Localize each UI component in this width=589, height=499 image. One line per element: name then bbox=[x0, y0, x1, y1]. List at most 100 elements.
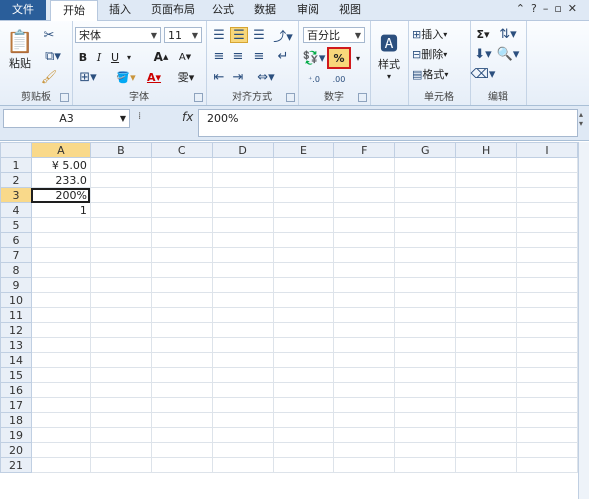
cell-b21[interactable] bbox=[89, 457, 152, 473]
clipboard-launcher-icon[interactable] bbox=[60, 93, 69, 102]
grow-font-button[interactable]: A ▲ bbox=[150, 49, 172, 65]
fill-color-icon[interactable]: 🪣▾ bbox=[114, 69, 138, 85]
cell-b12[interactable] bbox=[89, 322, 152, 338]
cell-g4[interactable] bbox=[394, 202, 457, 218]
font-launcher-icon[interactable] bbox=[194, 93, 203, 102]
cell-b11[interactable] bbox=[89, 307, 152, 323]
cell-c14[interactable] bbox=[150, 352, 213, 368]
row-header[interactable]: 6 bbox=[0, 232, 32, 248]
decrease-decimal-icon[interactable]: .00 bbox=[328, 71, 350, 87]
cell-e5[interactable] bbox=[272, 217, 335, 233]
cell-e8[interactable] bbox=[272, 262, 335, 278]
cell-e15[interactable] bbox=[272, 367, 335, 383]
row-header[interactable]: 14 bbox=[0, 352, 32, 368]
insert-function-icon[interactable]: fx bbox=[182, 110, 193, 124]
cell-b2[interactable] bbox=[89, 172, 152, 188]
row-header[interactable]: 19 bbox=[0, 427, 32, 443]
cell-d5[interactable] bbox=[211, 217, 274, 233]
cell-a2[interactable]: 233.0 bbox=[30, 172, 91, 188]
cell-f7[interactable] bbox=[333, 247, 396, 263]
insert-cells-button[interactable]: ⊞ 插入 ▾ bbox=[412, 26, 468, 42]
cell-d1[interactable] bbox=[211, 157, 274, 173]
increase-decimal-icon[interactable]: ⁺.0 bbox=[303, 71, 325, 87]
shrink-font-button[interactable]: A ▼ bbox=[174, 49, 196, 65]
cell-b18[interactable] bbox=[89, 412, 152, 428]
percent-style-button[interactable]: % bbox=[327, 47, 351, 69]
cell-i14[interactable] bbox=[516, 352, 578, 368]
column-header[interactable]: H bbox=[455, 142, 518, 158]
cell-h2[interactable] bbox=[455, 172, 518, 188]
borders-icon[interactable]: ⊞▾ bbox=[76, 69, 100, 85]
cell-a17[interactable] bbox=[30, 397, 91, 413]
cell-f18[interactable] bbox=[333, 412, 396, 428]
align-center-icon[interactable]: ≡ bbox=[230, 48, 246, 64]
tab-file[interactable]: 文件 bbox=[0, 0, 46, 20]
cell-d8[interactable] bbox=[211, 262, 274, 278]
bottom-align-icon[interactable]: ☰ bbox=[251, 27, 267, 43]
cell-e3[interactable] bbox=[272, 187, 335, 203]
row-header[interactable]: 9 bbox=[0, 277, 32, 293]
cell-a3[interactable]: 200% bbox=[30, 187, 91, 203]
cell-c9[interactable] bbox=[150, 277, 213, 293]
top-align-icon[interactable]: ☰ bbox=[211, 27, 227, 43]
cell-d7[interactable] bbox=[211, 247, 274, 263]
cell-b7[interactable] bbox=[89, 247, 152, 263]
column-header[interactable]: A bbox=[30, 142, 91, 158]
tab-insert[interactable]: 插入 bbox=[100, 0, 140, 20]
cell-g19[interactable] bbox=[394, 427, 457, 443]
cell-g10[interactable] bbox=[394, 292, 457, 308]
cell-f20[interactable] bbox=[333, 442, 396, 458]
cell-d9[interactable] bbox=[211, 277, 274, 293]
cell-a7[interactable] bbox=[30, 247, 91, 263]
cell-h18[interactable] bbox=[455, 412, 518, 428]
cell-i6[interactable] bbox=[516, 232, 578, 248]
cell-i17[interactable] bbox=[516, 397, 578, 413]
cell-c6[interactable] bbox=[150, 232, 213, 248]
cell-h10[interactable] bbox=[455, 292, 518, 308]
cell-i2[interactable] bbox=[516, 172, 578, 188]
cell-a15[interactable] bbox=[30, 367, 91, 383]
cell-h16[interactable] bbox=[455, 382, 518, 398]
cell-g21[interactable] bbox=[394, 457, 457, 473]
bold-button[interactable]: B bbox=[76, 49, 90, 65]
cell-i4[interactable] bbox=[516, 202, 578, 218]
cell-h5[interactable] bbox=[455, 217, 518, 233]
cell-e9[interactable] bbox=[272, 277, 335, 293]
cell-c10[interactable] bbox=[150, 292, 213, 308]
cell-a5[interactable] bbox=[30, 217, 91, 233]
decrease-indent-icon[interactable]: ⇤ bbox=[211, 69, 227, 85]
orientation-icon[interactable]: ⤴▾ bbox=[272, 27, 294, 45]
find-select-icon[interactable]: 🔍▾ bbox=[496, 46, 520, 62]
cell-g5[interactable] bbox=[394, 217, 457, 233]
row-header[interactable]: 7 bbox=[0, 247, 32, 263]
cell-i13[interactable] bbox=[516, 337, 578, 353]
font-name-select[interactable]: 宋体 ▼ bbox=[75, 27, 161, 43]
tab-data[interactable]: 数据 bbox=[247, 0, 283, 20]
cell-e6[interactable] bbox=[272, 232, 335, 248]
cell-g11[interactable] bbox=[394, 307, 457, 323]
column-header[interactable]: E bbox=[272, 142, 335, 158]
cell-g12[interactable] bbox=[394, 322, 457, 338]
cell-f12[interactable] bbox=[333, 322, 396, 338]
cell-e19[interactable] bbox=[272, 427, 335, 443]
cell-b16[interactable] bbox=[89, 382, 152, 398]
cell-g13[interactable] bbox=[394, 337, 457, 353]
cell-c1[interactable] bbox=[150, 157, 213, 173]
row-header[interactable]: 16 bbox=[0, 382, 32, 398]
phonetic-icon[interactable]: 雯▾ bbox=[174, 69, 198, 85]
italic-button[interactable]: I bbox=[92, 49, 106, 65]
cell-h19[interactable] bbox=[455, 427, 518, 443]
cell-g16[interactable] bbox=[394, 382, 457, 398]
cell-d3[interactable] bbox=[211, 187, 274, 203]
cell-h15[interactable] bbox=[455, 367, 518, 383]
cell-i3[interactable] bbox=[516, 187, 578, 203]
cell-g9[interactable] bbox=[394, 277, 457, 293]
cell-g6[interactable] bbox=[394, 232, 457, 248]
row-header[interactable]: 11 bbox=[0, 307, 32, 323]
cell-a11[interactable] bbox=[30, 307, 91, 323]
cell-d19[interactable] bbox=[211, 427, 274, 443]
row-header[interactable]: 15 bbox=[0, 367, 32, 383]
tab-formulas[interactable]: 公式 bbox=[205, 0, 241, 20]
cell-f21[interactable] bbox=[333, 457, 396, 473]
cell-f16[interactable] bbox=[333, 382, 396, 398]
